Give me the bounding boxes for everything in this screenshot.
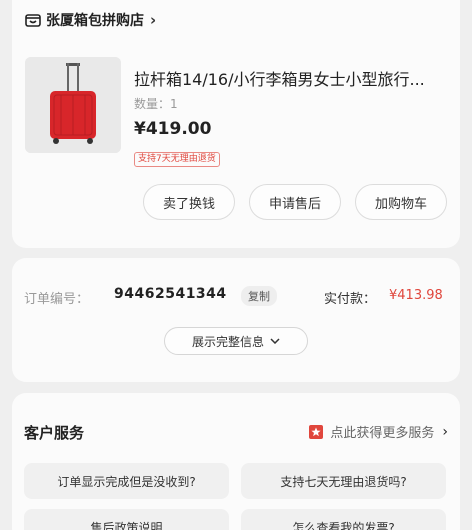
add-to-cart-button[interactable]: 加购物车: [355, 184, 447, 220]
order-number-label: 订单编号：: [24, 292, 90, 307]
customer-service-card: 客户服务 点此获得更多服务 › 订单显示完成但是没收到? 支持七天无理由退货吗?…: [12, 393, 460, 530]
store-name: 张厦箱包拼购店: [46, 13, 144, 29]
faq-item[interactable]: 支持七天无理由退货吗?: [241, 463, 446, 499]
more-services-label: 点此获得更多服务: [330, 426, 435, 441]
store-link[interactable]: 张厦箱包拼购店 ›: [24, 10, 156, 30]
copy-button[interactable]: 复制: [241, 286, 277, 306]
suitcase-image: [25, 57, 121, 153]
paid-amount-label: 实付款：: [324, 292, 377, 307]
product-card: 张厦箱包拼购店 › 拉杆箱14/16/小行李箱男女士小型旅行... 数量：1 ¥…: [12, 0, 460, 248]
after-sales-button[interactable]: 申请售后: [249, 184, 341, 220]
paid-amount: ¥413.98: [389, 288, 443, 303]
chevron-right-icon: ›: [442, 423, 448, 440]
product-image[interactable]: [25, 57, 121, 153]
order-info-card: 订单编号： 94462541344 复制 实付款： ¥413.98 展示完整信息: [12, 258, 460, 382]
service-badge-icon: [309, 424, 324, 439]
faq-item[interactable]: 怎么查看我的发票?: [241, 509, 446, 530]
chevron-right-icon: ›: [150, 11, 157, 29]
store-icon: [25, 14, 41, 27]
product-quantity: 数量：1: [134, 97, 178, 111]
more-services-link[interactable]: 点此获得更多服务 ›: [308, 422, 448, 441]
customer-service-title: 客户服务: [24, 424, 85, 442]
faq-item[interactable]: 售后政策说明: [24, 509, 229, 530]
show-full-info-button[interactable]: 展示完整信息: [164, 327, 308, 355]
chevron-down-icon: [270, 338, 280, 344]
order-number: 94462541344: [114, 286, 227, 302]
product-title[interactable]: 拉杆箱14/16/小行李箱男女士小型旅行...: [134, 66, 452, 90]
return-policy-badge: 支持7天无理由退货: [134, 152, 220, 167]
product-price: ¥419.00: [134, 119, 212, 139]
faq-item[interactable]: 订单显示完成但是没收到?: [24, 463, 229, 499]
show-full-info-label: 展示完整信息: [191, 334, 264, 349]
sell-button[interactable]: 卖了换钱: [143, 184, 235, 220]
